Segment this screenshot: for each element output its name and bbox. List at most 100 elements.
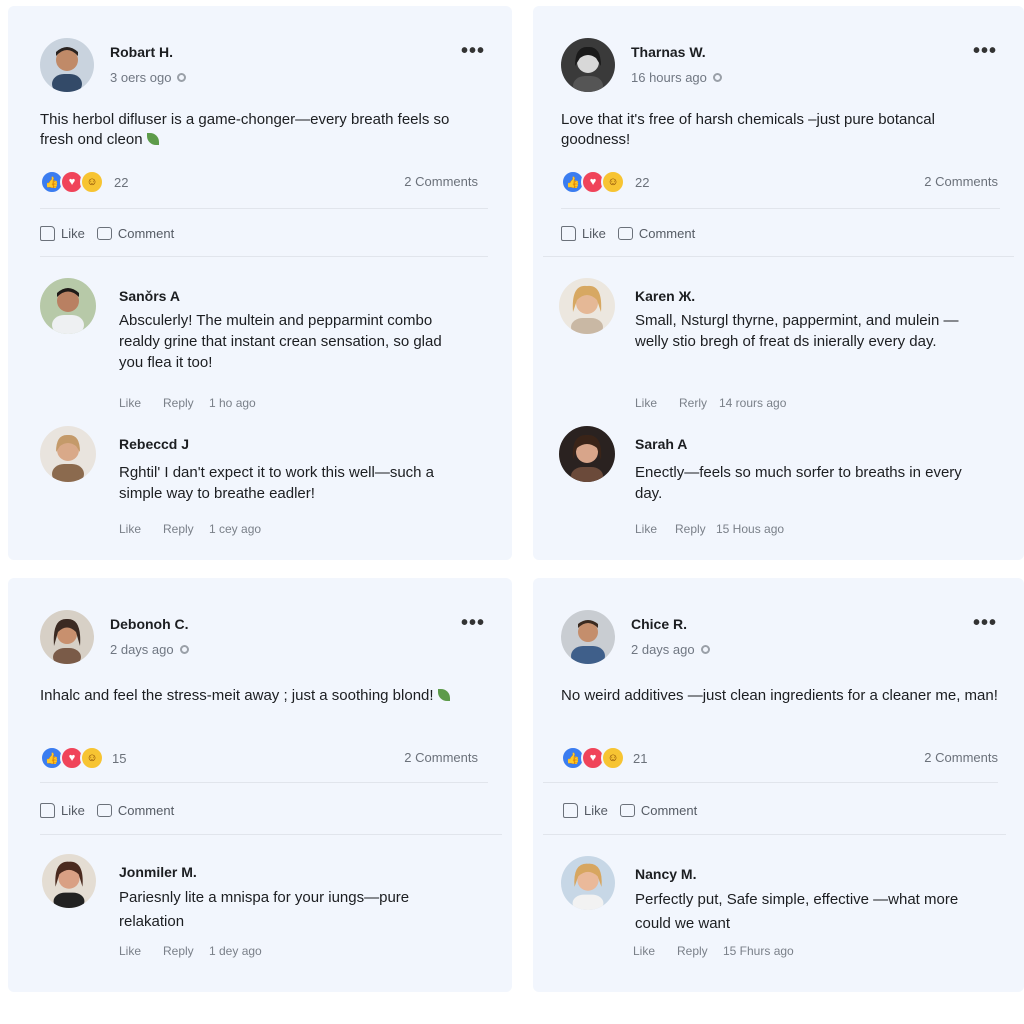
comment-count[interactable]: 2 Comments	[924, 750, 998, 765]
reaction-icons[interactable]: 👍 ♥ ☺ 21	[561, 746, 647, 770]
avatar[interactable]	[561, 610, 615, 664]
like-label: Like	[584, 802, 608, 818]
comment-item: Nancy M. Perfectly put, Safe simple, eff…	[561, 856, 990, 966]
comment-meta: Like Reply 15 Hous ago	[635, 522, 784, 536]
more-options-icon[interactable]: •••	[460, 613, 486, 633]
comment-reply-link[interactable]: Reply	[163, 522, 209, 536]
post-author[interactable]: Debonoh C.	[110, 616, 189, 632]
more-options-icon[interactable]: •••	[460, 41, 486, 61]
comment-text: Absculerly! The multein and pepparmint c…	[119, 312, 442, 371]
comment-meta: Like Reply 15 Fhurs ago	[633, 944, 794, 958]
comment-author[interactable]: Nancy M.	[635, 866, 696, 882]
comment-time: 14 rours ago	[719, 396, 787, 410]
reaction-count: 15	[112, 750, 127, 766]
post-body: No weird additives —just clean ingredien…	[561, 687, 998, 704]
comment-item: Karen Ж. Small, Nsturgl thyrne, pappermi…	[559, 278, 990, 410]
comment-author[interactable]: Jonmiler M.	[119, 864, 197, 880]
comment-reply-link[interactable]: Reply	[163, 396, 209, 410]
comment-author[interactable]: Sarah A	[635, 436, 687, 452]
reaction-summary: 👍 ♥ ☺ 15 2 Comments	[40, 746, 478, 770]
reaction-count: 22	[114, 174, 129, 190]
avatar[interactable]	[561, 38, 615, 92]
avatar[interactable]	[559, 278, 615, 334]
comment-text: Small, Nsturgl thyrne, pappermint, and m…	[635, 312, 959, 350]
comment-like-link[interactable]: Like	[635, 522, 675, 536]
comment-item: Jonmiler M. Pariesnly lite a mnispa for …	[42, 854, 478, 964]
reaction-icons[interactable]: 👍 ♥ ☺ 22	[40, 170, 128, 194]
divider	[543, 782, 998, 783]
more-options-icon[interactable]: •••	[972, 613, 998, 633]
avatar[interactable]	[40, 278, 96, 334]
comment-like-link[interactable]: Like	[119, 522, 163, 536]
divider	[40, 208, 488, 209]
post-card: Chice R. 2 days ago ••• No weird additiv…	[533, 578, 1024, 992]
comment-meta: Like Reply 1 cey ago	[119, 522, 261, 536]
comment-text: Enectly—feels so much sorfer to breaths …	[635, 464, 962, 502]
comment-author[interactable]: Sanǒrs A	[119, 288, 180, 304]
comment-time: 1 dey ago	[209, 944, 262, 958]
post-header: Tharnas W. 16 hours ago •••	[561, 38, 1000, 94]
avatar[interactable]	[559, 426, 615, 482]
post-timestamp-row: 2 days ago	[110, 642, 189, 657]
avatar[interactable]	[40, 610, 94, 664]
comment-like-link[interactable]: Like	[633, 944, 677, 958]
comment-reply-link[interactable]: Reply	[163, 944, 209, 958]
avatar[interactable]	[40, 38, 94, 92]
comment-item: Rebeccd J Rghtil' I dan't expect it to w…	[40, 426, 478, 536]
comment-button[interactable]: Comment	[619, 799, 698, 821]
post-actions: Like Comment	[561, 222, 695, 244]
post-actions: Like Comment	[40, 222, 174, 244]
more-options-icon[interactable]: •••	[972, 41, 998, 61]
comment-reply-link[interactable]: Rerly	[679, 396, 719, 410]
divider	[543, 834, 1006, 835]
comment-text: Perfectly put, Safe simple, effective —w…	[635, 891, 959, 932]
post-author[interactable]: Robart H.	[110, 44, 173, 60]
haha-reaction-icon: ☺	[80, 170, 104, 194]
like-button[interactable]: Like	[40, 222, 85, 244]
comment-label: Comment	[640, 802, 698, 818]
post-author[interactable]: Tharnas W.	[631, 44, 706, 60]
comment-like-link[interactable]: Like	[635, 396, 679, 410]
leaf-icon	[146, 133, 159, 145]
haha-reaction-icon: ☺	[601, 170, 625, 194]
post-actions: Like Comment	[40, 799, 174, 821]
avatar[interactable]	[561, 856, 615, 910]
comment-count[interactable]: 2 Comments	[404, 174, 478, 189]
comment-button[interactable]: Comment	[96, 222, 175, 244]
haha-reaction-icon: ☺	[601, 746, 625, 770]
comment-button[interactable]: Comment	[617, 222, 695, 244]
post-header: Debonoh C. 2 days ago •••	[40, 610, 488, 666]
comment-item: Sarah A Enectly—feels so much sorfer to …	[559, 426, 990, 536]
comment-count[interactable]: 2 Comments	[404, 750, 478, 765]
reaction-icons[interactable]: 👍 ♥ ☺ 22	[561, 170, 649, 194]
like-button[interactable]: Like	[561, 222, 606, 244]
comment-button[interactable]: Comment	[96, 799, 175, 821]
comment-reply-link[interactable]: Reply	[677, 944, 723, 958]
comment-like-link[interactable]: Like	[119, 396, 163, 410]
reaction-icons[interactable]: 👍 ♥ ☺ 15	[40, 746, 126, 770]
comment-item: Sanǒrs A Absculerly! The multein and pep…	[40, 278, 478, 410]
comment-label: Comment	[117, 802, 175, 818]
like-button[interactable]: Like	[563, 799, 608, 821]
post-time: 3 oers ogo	[110, 70, 172, 85]
comment-reply-link[interactable]: Reply	[675, 522, 716, 536]
avatar[interactable]	[40, 426, 96, 482]
globe-icon	[177, 73, 187, 82]
post-author[interactable]: Chice R.	[631, 616, 687, 632]
avatar[interactable]	[42, 854, 96, 908]
comment-count[interactable]: 2 Comments	[924, 174, 998, 189]
reaction-summary: 👍 ♥ ☺ 21 2 Comments	[561, 746, 998, 770]
reaction-summary: 👍 ♥ ☺ 22 2 Comments	[40, 170, 478, 194]
comment-like-link[interactable]: Like	[119, 944, 163, 958]
comment-author[interactable]: Rebeccd J	[119, 436, 189, 452]
comment-label: Comment	[117, 225, 175, 241]
post-time: 2 days ago	[631, 642, 695, 657]
comment-author[interactable]: Karen Ж.	[635, 288, 695, 304]
comment-icon	[96, 226, 112, 240]
like-button[interactable]: Like	[40, 799, 85, 821]
post-body: Love that it's free of harsh chemicals –…	[561, 111, 935, 148]
post-timestamp-row: 16 hours ago	[631, 70, 722, 85]
post-timestamp-row: 3 oers ogo	[110, 70, 187, 85]
haha-reaction-icon: ☺	[80, 746, 104, 770]
post-text: Love that it's free of harsh chemicals –…	[561, 110, 990, 150]
